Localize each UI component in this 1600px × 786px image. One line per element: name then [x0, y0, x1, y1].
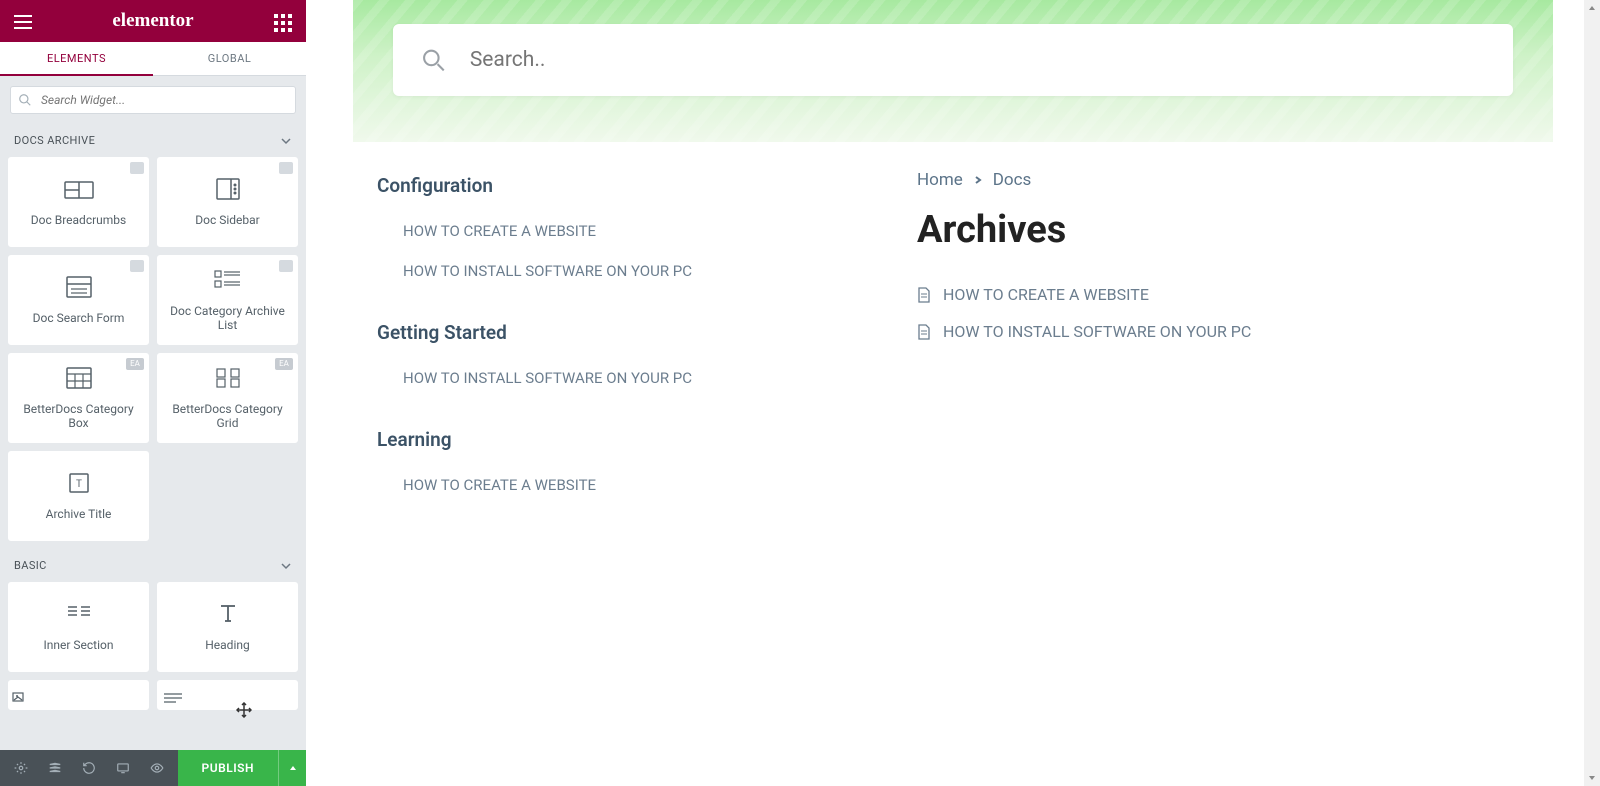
widget-label: BetterDocs Category Grid [158, 402, 297, 430]
doc-search [393, 24, 1513, 96]
breadcrumb-home[interactable]: Home [917, 170, 963, 190]
responsive-button[interactable] [106, 750, 140, 786]
document-icon [917, 324, 931, 340]
navigator-button[interactable] [38, 750, 72, 786]
widget-badge [130, 260, 144, 272]
chevron-down-icon [280, 135, 292, 147]
widget-badge-ea: EA [126, 358, 144, 370]
publish-options-button[interactable] [278, 750, 306, 786]
section-label: DOCS ARCHIVE [14, 134, 95, 147]
widget-heading[interactable]: Heading [157, 582, 298, 672]
widget-label: Archive Title [40, 507, 118, 521]
menu-icon[interactable] [14, 14, 32, 28]
category-heading[interactable]: Learning [377, 398, 857, 465]
category-heading[interactable]: Getting Started [377, 291, 857, 358]
widget-label: Heading [199, 638, 256, 652]
widget-doc-category-archive-list[interactable]: Doc Category Archive List [157, 255, 298, 345]
svg-text:T: T [76, 479, 82, 490]
section-docs-archive[interactable]: DOCS ARCHIVE [0, 124, 306, 157]
widget-label: Inner Section [37, 638, 119, 652]
widget-doc-breadcrumbs[interactable]: Doc Breadcrumbs [8, 157, 149, 247]
doc-link[interactable]: HOW TO INSTALL SOFTWARE ON YOUR PC [377, 358, 857, 398]
category-heading[interactable]: Configuration [377, 162, 857, 211]
widget-label: Doc Search Form [27, 311, 131, 325]
section-basic[interactable]: BASIC [0, 549, 306, 582]
widget-betterdocs-category-box[interactable]: EA BetterDocs Category Box [8, 353, 149, 443]
widget-partial[interactable] [8, 680, 149, 710]
archive-link[interactable]: HOW TO INSTALL SOFTWARE ON YOUR PC [917, 313, 1529, 350]
search-widget-input[interactable] [10, 86, 296, 114]
widget-badge [279, 260, 293, 272]
doc-link[interactable]: HOW TO CREATE A WEBSITE [377, 211, 857, 251]
apps-icon[interactable] [274, 14, 292, 28]
widget-label: Doc Category Archive List [158, 304, 297, 332]
settings-button[interactable] [4, 750, 38, 786]
widget-archive-title[interactable]: T Archive Title [8, 451, 149, 541]
chevron-right-icon [973, 175, 983, 185]
archive-link-label: HOW TO CREATE A WEBSITE [943, 285, 1149, 304]
panel-tabs: ELEMENTS GLOBAL [0, 42, 306, 76]
doc-link[interactable]: HOW TO CREATE A WEBSITE [377, 465, 857, 505]
scroll-down-icon[interactable] [1584, 770, 1600, 786]
widget-doc-search-form[interactable]: Doc Search Form [8, 255, 149, 345]
archive-link-label: HOW TO INSTALL SOFTWARE ON YOUR PC [943, 322, 1251, 341]
widget-badge-ea: EA [275, 358, 293, 370]
tab-elements[interactable]: ELEMENTS [0, 42, 153, 76]
widgets-docs-archive: Doc Breadcrumbs Doc Sidebar Doc Search F… [0, 157, 306, 549]
chevron-down-icon [280, 560, 292, 572]
widget-partial[interactable] [157, 680, 298, 710]
panel-footer: PUBLISH [0, 750, 306, 786]
publish-button[interactable]: PUBLISH [178, 750, 278, 786]
preview-area: Configuration HOW TO CREATE A WEBSITE HO… [306, 0, 1600, 786]
main-content: Home Docs Archives HOW TO CREATE A WEBSI… [917, 162, 1529, 505]
section-label: BASIC [14, 559, 47, 572]
breadcrumb: Home Docs [917, 162, 1529, 190]
widgets-basic: Inner Section Heading [0, 582, 306, 718]
search-icon [18, 93, 32, 107]
logo: elementor [112, 10, 193, 32]
tab-global[interactable]: GLOBAL [153, 42, 306, 76]
widget-betterdocs-category-grid[interactable]: EA BetterDocs Category Grid [157, 353, 298, 443]
widget-doc-sidebar[interactable]: Doc Sidebar [157, 157, 298, 247]
elementor-panel: elementor ELEMENTS GLOBAL DOCS ARCHIVE D… [0, 0, 306, 786]
widget-label: BetterDocs Category Box [9, 402, 148, 430]
doc-link[interactable]: HOW TO INSTALL SOFTWARE ON YOUR PC [377, 251, 857, 291]
widget-badge [130, 162, 144, 174]
search-icon [421, 47, 446, 73]
preview-button[interactable] [140, 750, 174, 786]
panel-header: elementor [0, 0, 306, 42]
doc-search-input[interactable] [470, 48, 1485, 72]
breadcrumb-docs[interactable]: Docs [993, 170, 1032, 190]
doc-sidebar: Configuration HOW TO CREATE A WEBSITE HO… [377, 162, 857, 505]
scroll-up-icon[interactable] [1584, 0, 1600, 16]
widget-label: Doc Sidebar [189, 213, 265, 227]
widget-inner-section[interactable]: Inner Section [8, 582, 149, 672]
archive-link[interactable]: HOW TO CREATE A WEBSITE [917, 276, 1529, 313]
scrollbar[interactable] [1584, 0, 1600, 786]
page-title: Archives [917, 190, 1529, 276]
hero [353, 0, 1553, 142]
widget-label: Doc Breadcrumbs [25, 213, 132, 227]
history-button[interactable] [72, 750, 106, 786]
widget-search-wrap [0, 76, 306, 124]
document-icon [917, 287, 931, 303]
widget-badge [279, 162, 293, 174]
